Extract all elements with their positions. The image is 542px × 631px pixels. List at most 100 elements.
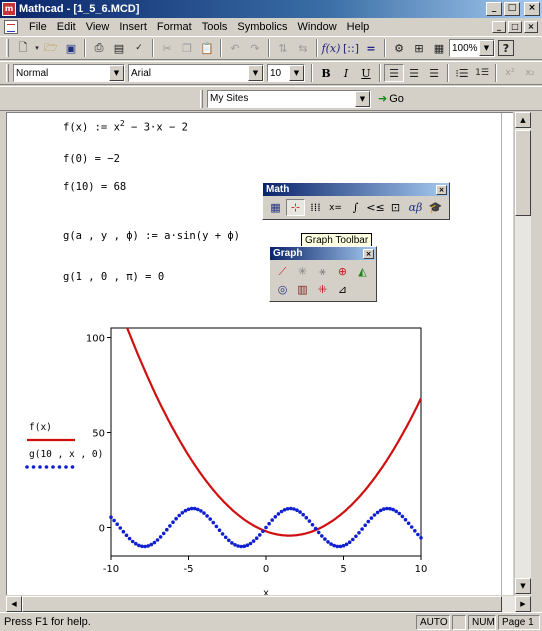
3d-bar-icon[interactable]: ◎	[273, 281, 292, 298]
polar-plot-icon[interactable]: ✳	[293, 263, 312, 280]
child-minimize-button[interactable]: _	[492, 21, 506, 33]
calculus-icon[interactable]: ∫	[346, 199, 365, 216]
insert-component-icon[interactable]: ⚙	[389, 39, 409, 57]
evaluation-icon[interactable]: x=	[326, 199, 345, 216]
horizontal-scrollbar[interactable]: ◀ ▶	[6, 596, 531, 612]
mathcad-app-icon[interactable]: m	[2, 2, 16, 16]
menu-view[interactable]: View	[81, 21, 115, 33]
menu-help[interactable]: Help	[342, 21, 375, 33]
math-palette[interactable]: Math × ▦ ⊹ ⁞⁞⁞ x= ∫ <≤ ⊡ αβ 🎓	[262, 182, 450, 220]
subscript-icon[interactable]: x₂	[520, 64, 540, 82]
scroll-up-icon[interactable]: ▲	[515, 112, 531, 128]
chevron-down-icon[interactable]: ▼	[289, 65, 304, 81]
xy-plot-icon[interactable]: ⟋	[273, 263, 292, 280]
menu-file[interactable]: File	[24, 21, 52, 33]
graph-palette-close-icon[interactable]: ×	[363, 248, 374, 259]
bullets-icon[interactable]: ⁝☰	[452, 64, 472, 82]
align-horizontal-icon[interactable]: ⇆	[293, 39, 313, 57]
matrix-icon[interactable]: ⁞⁞⁞	[306, 199, 325, 216]
chevron-down-icon[interactable]: ▼	[248, 65, 263, 81]
menu-window[interactable]: Window	[293, 21, 342, 33]
toolbar-grip[interactable]	[6, 64, 9, 82]
help-icon[interactable]: ?	[498, 40, 514, 56]
graph-icon[interactable]: ⊹	[286, 199, 305, 216]
save-icon[interactable]: ▣	[61, 39, 81, 57]
math-palette-close-icon[interactable]: ×	[436, 184, 447, 195]
paste-icon[interactable]: 📋	[197, 39, 217, 57]
trace-icon[interactable]: ⊿	[333, 281, 352, 298]
numbering-icon[interactable]: 1☰	[472, 64, 492, 82]
redo-icon[interactable]: ↷	[245, 39, 265, 57]
contour-plot-icon[interactable]: ⊕	[333, 263, 352, 280]
child-close-button[interactable]: ×	[524, 21, 538, 33]
print-icon[interactable]: ⎙	[89, 39, 109, 57]
style-select[interactable]: Normal ▼	[13, 64, 125, 82]
calculator-icon[interactable]: ▦	[266, 199, 285, 216]
chevron-down-icon[interactable]: ▼	[355, 90, 370, 107]
math-palette-title: Math	[266, 184, 290, 195]
go-button[interactable]: ➜ Go	[378, 92, 404, 105]
series-g-point	[149, 542, 154, 547]
resources-icon[interactable]: ⊞	[409, 39, 429, 57]
menu-tools[interactable]: Tools	[197, 21, 233, 33]
symbolic-icon[interactable]: 🎓	[426, 199, 445, 216]
zoom-select[interactable]: 100% ▼	[449, 39, 495, 57]
menu-symbolics[interactable]: Symbolics	[232, 21, 292, 33]
scroll-right-icon[interactable]: ▶	[515, 596, 531, 612]
chevron-down-icon[interactable]: ▼	[109, 65, 124, 81]
calculate-icon[interactable]: =	[361, 39, 381, 57]
chevron-down-icon[interactable]: ▼	[479, 40, 494, 56]
window-layout-icon[interactable]: ▦	[429, 39, 449, 57]
bold-button[interactable]: B	[316, 64, 336, 82]
close-button[interactable]: ×	[524, 2, 540, 16]
cut-icon[interactable]: ✂	[157, 39, 177, 57]
vertical-scroll-thumb[interactable]	[515, 130, 531, 216]
spell-check-icon[interactable]: ✓	[129, 39, 149, 57]
open-folder-icon[interactable]: 🗁	[41, 39, 61, 57]
superscript-icon[interactable]: x²	[500, 64, 520, 82]
programming-icon[interactable]: ⊡	[386, 199, 405, 216]
insert-matrix-icon[interactable]: [::]	[341, 39, 361, 57]
vector-field-icon[interactable]: ▥	[293, 281, 312, 298]
align-right-icon[interactable]: ☰	[424, 64, 444, 82]
underline-button[interactable]: U	[356, 64, 376, 82]
zoom-icon[interactable]: ⁜	[313, 281, 332, 298]
series-g-point	[258, 533, 262, 537]
toolbar-grip[interactable]	[6, 39, 9, 57]
align-left-icon[interactable]: ☰	[384, 64, 404, 82]
series-g-point	[372, 513, 377, 517]
graph-palette-titlebar[interactable]: Graph ×	[270, 247, 376, 260]
horizontal-scroll-thumb[interactable]	[22, 596, 502, 612]
child-restore-button[interactable]: □	[508, 21, 522, 33]
print-preview-icon[interactable]: ▤	[109, 39, 129, 57]
maximize-button[interactable]: □	[504, 2, 520, 16]
math-palette-titlebar[interactable]: Math ×	[263, 183, 449, 196]
menu-insert[interactable]: Insert	[114, 21, 152, 33]
series-g-point	[409, 525, 414, 529]
greek-icon[interactable]: αβ	[406, 199, 425, 216]
insert-function-icon[interactable]: f(x)	[321, 39, 341, 57]
3d-scatter-icon[interactable]: ◭	[353, 263, 372, 280]
new-dropdown-icon[interactable]: ▾	[33, 39, 41, 57]
toolbar-grip[interactable]	[200, 89, 203, 108]
menu-format[interactable]: Format	[152, 21, 197, 33]
minimize-button[interactable]: _	[486, 2, 502, 16]
menu-edit[interactable]: Edit	[52, 21, 81, 33]
align-center-icon[interactable]: ☰	[404, 64, 424, 82]
align-icon[interactable]: ⇅	[273, 39, 293, 57]
location-select[interactable]: My Sites ▼	[207, 89, 371, 108]
copy-icon[interactable]: ❐	[177, 39, 197, 57]
boolean-icon[interactable]: <≤	[366, 199, 385, 216]
scroll-left-icon[interactable]: ◀	[6, 596, 22, 612]
font-size-select[interactable]: 10 ▼	[267, 64, 305, 82]
font-select[interactable]: Arial ▼	[128, 64, 264, 82]
italic-button[interactable]: I	[336, 64, 356, 82]
new-doc-icon[interactable]: 🗋	[13, 39, 33, 57]
graph-palette[interactable]: Graph × ⟋ ✳ ⚹ ⊕ ◭ ◎ ▥ ⁜ ⊿	[269, 246, 377, 302]
vertical-scrollbar[interactable]: ▲ ▼	[514, 112, 531, 595]
surface-plot-icon[interactable]: ⚹	[313, 263, 332, 280]
legend-g-swatch-dot	[31, 465, 36, 469]
scroll-down-icon[interactable]: ▼	[515, 578, 531, 594]
undo-icon[interactable]: ↶	[225, 39, 245, 57]
document-icon[interactable]	[4, 20, 18, 34]
